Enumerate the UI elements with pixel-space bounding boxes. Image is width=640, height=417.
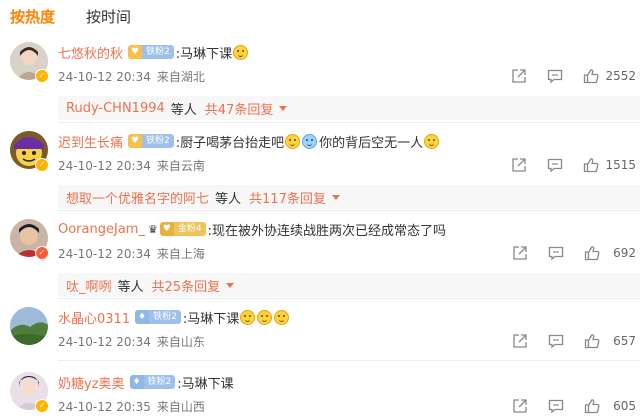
comment-location: 来自山西 bbox=[156, 400, 205, 414]
reply-summary[interactable]: 呔_啊咧 等人 共25条回复 bbox=[58, 273, 640, 297]
fan-badge-icon: ♦ bbox=[135, 310, 150, 324]
grin-emoji-icon bbox=[233, 44, 249, 60]
divider bbox=[58, 210, 640, 211]
share-icon[interactable] bbox=[511, 157, 527, 173]
tab-by-hot[interactable]: 按热度 bbox=[10, 6, 55, 27]
verified-icon: ✓ bbox=[35, 69, 49, 83]
fan-badge-icon: ♥ bbox=[159, 222, 174, 236]
comment-date: 24-10-12 20:34 bbox=[58, 335, 151, 349]
caret-down-icon[interactable] bbox=[279, 105, 288, 111]
like-icon[interactable] bbox=[584, 245, 600, 261]
comment-text: :马琳下课 bbox=[175, 46, 233, 62]
share-icon[interactable] bbox=[512, 245, 528, 261]
reply-count-link[interactable]: 共25条回复 bbox=[152, 276, 221, 295]
share-icon[interactable] bbox=[512, 398, 528, 414]
username[interactable]: 七悠秋的秋 bbox=[58, 43, 123, 62]
username[interactable]: 迟到生长痛 bbox=[58, 132, 123, 151]
comment-icon[interactable] bbox=[548, 333, 564, 349]
fan-badge: ♦ 铁粉2 bbox=[129, 375, 176, 389]
comment-icon[interactable] bbox=[548, 398, 564, 414]
verified-icon: ✓ bbox=[35, 158, 49, 172]
comment-icon[interactable] bbox=[547, 157, 563, 173]
comment-date: 24-10-12 20:34 bbox=[58, 247, 151, 261]
comment-text: :现在被外协连续战胜两次已经成常态了吗 bbox=[207, 223, 446, 239]
comment-text: :厨子喝茅台抬走吧 bbox=[175, 135, 285, 151]
grin-emoji-icon bbox=[240, 309, 256, 325]
reply-username[interactable]: 想取一个优雅名字的阿七 bbox=[66, 188, 209, 207]
comment-location: 来自湖北 bbox=[156, 70, 205, 84]
fan-badge: ♥ 铁粉2 bbox=[128, 134, 174, 148]
username[interactable]: 奶糖yz奥奥 bbox=[58, 373, 125, 392]
like-count: 692 bbox=[613, 246, 636, 260]
like-icon[interactable] bbox=[584, 333, 600, 349]
reply-count-link[interactable]: 共47条回复 bbox=[205, 99, 274, 118]
comment-location: 来自上海 bbox=[156, 247, 205, 261]
grin-emoji-icon bbox=[274, 309, 290, 325]
avatar[interactable] bbox=[10, 307, 48, 345]
fan-badge: ♦ 铁粉2 bbox=[135, 310, 181, 324]
reply-summary[interactable]: Rudy-CHN1994 等人 共47条回复 bbox=[58, 96, 640, 120]
comment-text-cont: 你的背后空无一人 bbox=[319, 135, 424, 151]
share-icon[interactable] bbox=[512, 333, 528, 349]
divider bbox=[58, 298, 640, 299]
grin-emoji-icon bbox=[257, 309, 273, 325]
share-icon[interactable] bbox=[511, 68, 527, 84]
verified-icon: ✓ bbox=[35, 246, 49, 260]
grin-emoji-icon bbox=[285, 133, 301, 149]
fan-badge-icon: ♥ bbox=[128, 134, 143, 148]
caret-down-icon[interactable] bbox=[226, 282, 235, 288]
comment-text: :马琳下课 bbox=[177, 376, 234, 392]
comment-location: 来自山东 bbox=[156, 335, 205, 349]
like-count: 1515 bbox=[605, 158, 636, 172]
sweat-emoji-icon bbox=[302, 133, 318, 149]
comment-date: 24-10-12 20:34 bbox=[58, 70, 151, 84]
verified-icon: ✓ bbox=[35, 399, 49, 413]
caret-down-icon[interactable] bbox=[331, 194, 340, 200]
divider bbox=[58, 122, 640, 123]
fan-badge-icon: ♥ bbox=[128, 45, 143, 59]
reply-summary[interactable]: 想取一个优雅名字的阿七 等人 共117条回复 bbox=[58, 185, 640, 209]
tab-by-time[interactable]: 按时间 bbox=[86, 6, 131, 27]
comment-icon[interactable] bbox=[547, 68, 563, 84]
like-count: 2552 bbox=[605, 69, 636, 83]
like-icon[interactable] bbox=[584, 398, 600, 414]
comment-icon[interactable] bbox=[548, 245, 564, 261]
like-count: 605 bbox=[613, 399, 636, 413]
comment-text: :马琳下课 bbox=[182, 311, 240, 327]
like-count: 657 bbox=[613, 334, 636, 348]
fan-badge-icon: ♦ bbox=[129, 375, 144, 389]
comment-location: 来自云南 bbox=[156, 159, 205, 173]
fan-badge: ♥ 铁粉2 bbox=[128, 45, 174, 59]
comment-date: 24-10-12 20:35 bbox=[58, 400, 151, 414]
reply-username[interactable]: Rudy-CHN1994 bbox=[66, 101, 165, 116]
like-icon[interactable] bbox=[583, 157, 599, 173]
smile-emoji-icon bbox=[424, 133, 440, 149]
fan-badge: ♥ 金粉4 bbox=[159, 222, 206, 236]
crown-icon: ♛ bbox=[147, 222, 158, 236]
reply-count-link[interactable]: 共117条回复 bbox=[249, 188, 326, 207]
reply-username[interactable]: 呔_啊咧 bbox=[66, 276, 112, 295]
comment-date: 24-10-12 20:34 bbox=[58, 159, 151, 173]
divider bbox=[58, 360, 640, 361]
like-icon[interactable] bbox=[583, 68, 599, 84]
username[interactable]: OorangeJam_ bbox=[58, 222, 145, 237]
username[interactable]: 水晶心0311 bbox=[58, 308, 130, 327]
